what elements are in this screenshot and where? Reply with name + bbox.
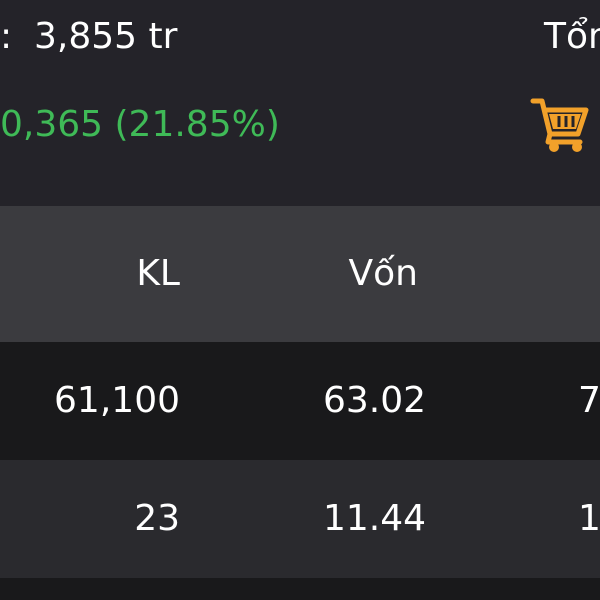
table-row-partial bbox=[0, 578, 600, 600]
summary-line-1: :3,855 tr bbox=[0, 16, 177, 58]
von-value: 63.02 bbox=[322, 380, 426, 421]
table-row[interactable]: 61,100 63.02 7 bbox=[0, 342, 600, 460]
kl-value: 23 bbox=[134, 498, 180, 539]
third-column-partial-value: 7 bbox=[578, 380, 600, 421]
summary-panel: :3,855 tr Tổn 0,365 (21.85%) bbox=[0, 0, 600, 206]
holdings-table: KL Vốn 61,100 63.02 7 23 11.44 1 bbox=[0, 206, 600, 600]
header-von: Vốn bbox=[348, 253, 418, 294]
kl-value: 61,100 bbox=[54, 380, 180, 421]
header-kl: KL bbox=[136, 253, 180, 294]
profit-value: 0,365 (21.85%) bbox=[0, 104, 280, 145]
cart-icon[interactable] bbox=[530, 94, 590, 154]
von-value: 11.44 bbox=[322, 498, 426, 539]
table-row[interactable]: 23 11.44 1 bbox=[0, 460, 600, 578]
table-header: KL Vốn bbox=[0, 206, 600, 342]
summary-value: 3,855 tr bbox=[34, 16, 178, 57]
third-column-partial-value: 1 bbox=[578, 498, 600, 539]
summary-colon: : bbox=[0, 16, 13, 57]
total-label: Tổn bbox=[544, 16, 600, 57]
